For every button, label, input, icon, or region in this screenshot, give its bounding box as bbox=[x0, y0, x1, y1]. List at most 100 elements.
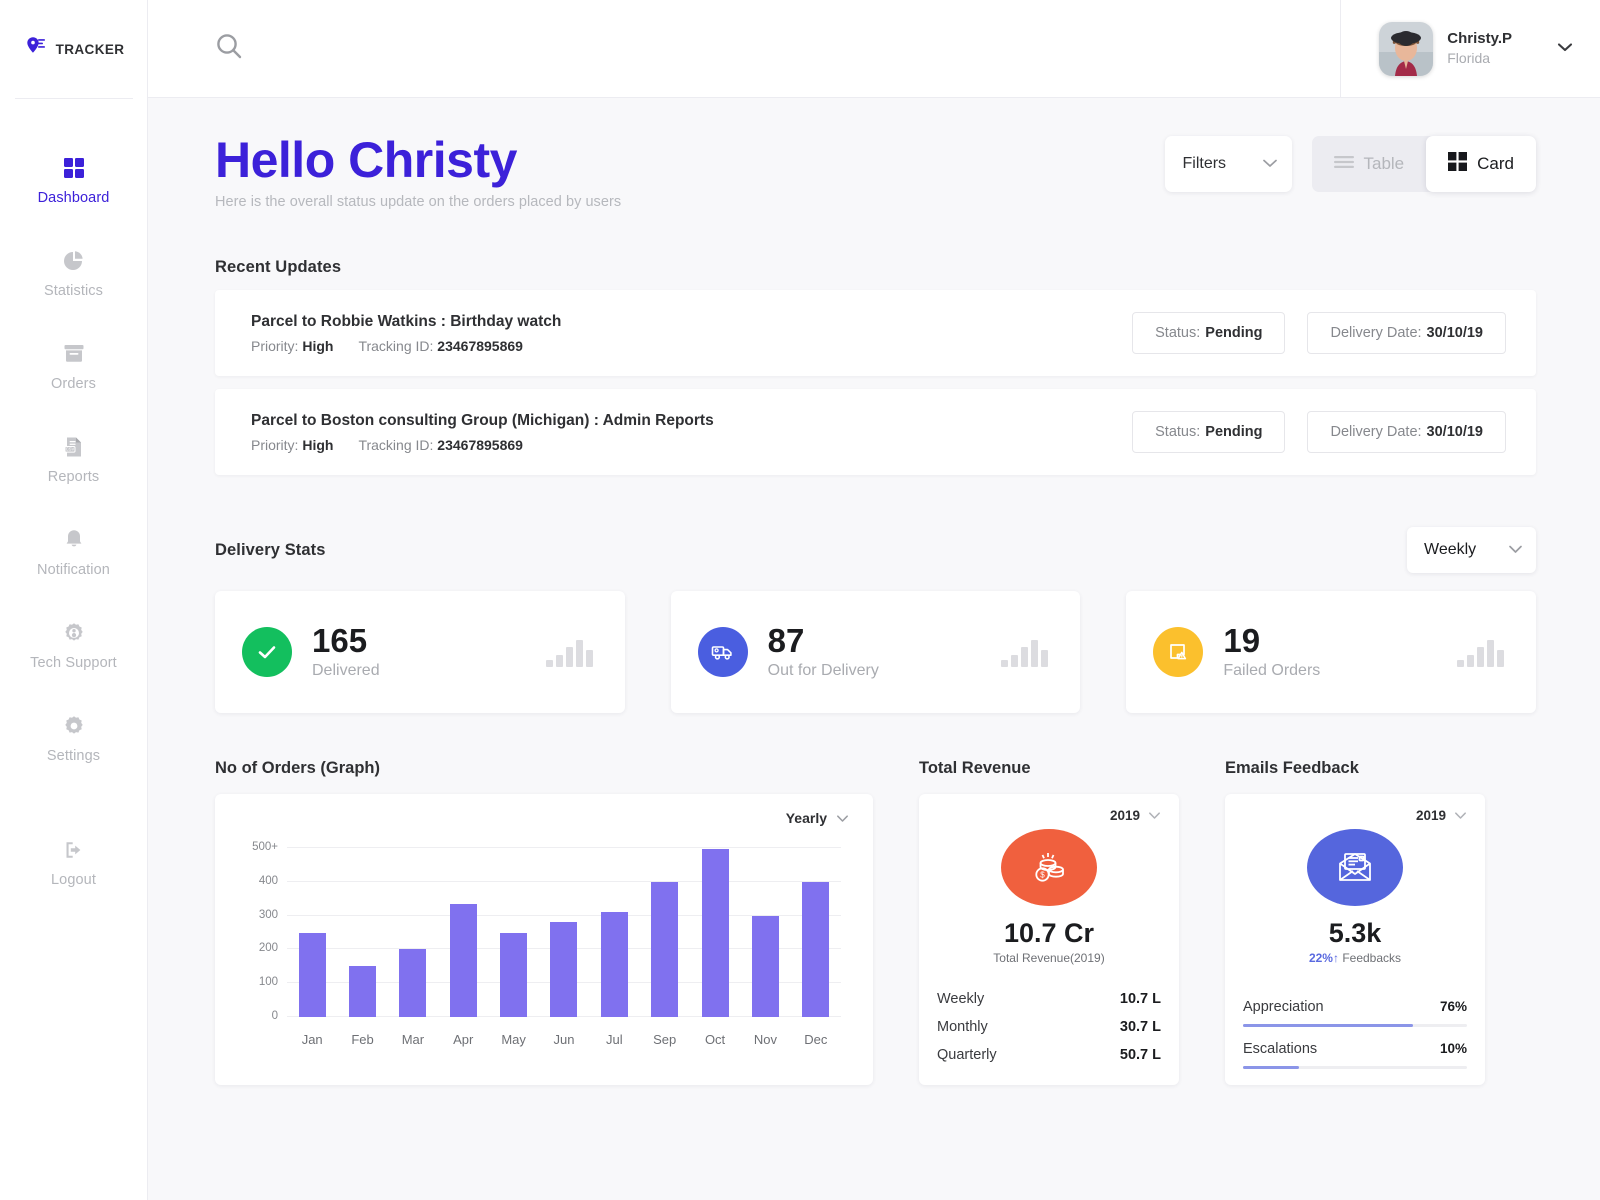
sidebar-item-orders[interactable]: Orders bbox=[0, 335, 147, 397]
revenue-row: Weekly 10.7 L bbox=[937, 985, 1161, 1013]
chart-bar bbox=[600, 912, 628, 1017]
tab-table-label: Table bbox=[1363, 154, 1405, 173]
feedback-bar: Appreciation 76% bbox=[1243, 999, 1467, 1027]
tab-card-label: Card bbox=[1477, 154, 1514, 173]
avatar bbox=[1379, 21, 1434, 76]
sparkline-icon bbox=[1457, 637, 1505, 667]
stat-label: Failed Orders bbox=[1223, 661, 1321, 679]
chart-bar-slot bbox=[690, 848, 740, 1017]
filters-label: Filters bbox=[1182, 155, 1227, 172]
chart-bar bbox=[298, 932, 326, 1017]
feedback-caption-text: Feedbacks bbox=[1342, 951, 1402, 965]
y-tick-label: 0 bbox=[271, 1010, 278, 1022]
status-badge: Status: Pending bbox=[1132, 411, 1286, 453]
revenue-row-value: 50.7 L bbox=[1119, 1047, 1161, 1063]
sparkline-icon bbox=[1001, 637, 1049, 667]
feedback-breakdown: Appreciation 76% Escalations 10% bbox=[1243, 985, 1467, 1069]
y-tick-label: 400 bbox=[258, 874, 278, 887]
box-icon bbox=[61, 341, 87, 367]
update-tracking: Tracking ID: 23467895869 bbox=[358, 338, 523, 354]
stat-text: 19 Failed Orders bbox=[1223, 624, 1320, 680]
update-row[interactable]: Parcel to Boston consulting Group (Michi… bbox=[215, 389, 1536, 475]
search-icon[interactable] bbox=[212, 29, 246, 68]
total-revenue-panel: 2019 $ 10.7 Cr Total Revenue(2019) Weekl… bbox=[919, 794, 1179, 1085]
chart-bar bbox=[399, 949, 427, 1017]
failed-parcel-icon bbox=[1153, 627, 1204, 677]
stat-card-out-for-delivery[interactable]: 87 Out for Delivery bbox=[670, 591, 1081, 713]
total-revenue-title: Total Revenue bbox=[919, 759, 1031, 777]
sidebar-item-tech-support[interactable]: Tech Support bbox=[0, 614, 147, 676]
orders-graph-title: No of Orders (Graph) bbox=[215, 759, 381, 777]
feedback-bar-row: Appreciation 76% bbox=[1243, 999, 1467, 1015]
status-value: Pending bbox=[1205, 424, 1263, 440]
filters-dropdown[interactable]: Filters bbox=[1164, 136, 1292, 192]
bottom-row: No of Orders (Graph) Yearly 500+ 400 300… bbox=[215, 759, 1536, 1085]
tracking-value: 23467895869 bbox=[437, 337, 523, 354]
brand-logo[interactable]: TRACKER bbox=[0, 0, 147, 98]
y-tick-label: 200 bbox=[258, 942, 278, 955]
chart-x-label: Nov bbox=[753, 1032, 777, 1047]
grid-icon bbox=[61, 155, 87, 181]
feedback-year-dropdown[interactable]: 2019 bbox=[1416, 808, 1467, 823]
delivery-stats-header: Delivery Stats Weekly bbox=[215, 527, 1536, 573]
sidebar-item-reports[interactable]: CSV Reports bbox=[0, 428, 147, 490]
sidebar-item-label: Statistics bbox=[43, 282, 103, 299]
chart-bar-slot bbox=[438, 848, 488, 1017]
revenue-year-dropdown[interactable]: 2019 bbox=[1110, 808, 1161, 823]
revenue-row-label: Quarterly bbox=[937, 1047, 997, 1063]
y-tick-label: 300 bbox=[258, 908, 278, 921]
graph-toolbar: Yearly bbox=[237, 810, 849, 826]
chart-bar bbox=[449, 903, 477, 1017]
stat-card-failed-orders[interactable]: 19 Failed Orders bbox=[1126, 591, 1537, 713]
tracking-value: 23467895869 bbox=[437, 436, 523, 453]
sidebar-item-notification[interactable]: Notification bbox=[0, 521, 147, 583]
graph-range-dropdown[interactable]: Yearly bbox=[786, 810, 849, 826]
delivery-date-badge: Delivery Date: 30/10/19 bbox=[1307, 411, 1506, 453]
sidebar-item-label: Settings bbox=[46, 747, 101, 764]
sidebar-item-label: Notification bbox=[37, 561, 110, 578]
emails-feedback-title: Emails Feedback bbox=[1225, 759, 1359, 777]
revenue-caption: Total Revenue(2019) bbox=[993, 951, 1105, 965]
chart-bar-slot bbox=[337, 848, 387, 1017]
chart-bar-slot bbox=[640, 848, 690, 1017]
stat-value: 87 bbox=[767, 622, 805, 660]
page-header: Hello Christy Here is the overall status… bbox=[215, 132, 1536, 210]
update-title: Parcel to Boston consulting Group (Michi… bbox=[251, 411, 714, 429]
sidebar-item-dashboard[interactable]: Dashboard bbox=[0, 149, 147, 211]
tab-table-view[interactable]: Table bbox=[1312, 136, 1427, 192]
chart-x-label: May bbox=[501, 1032, 526, 1047]
sidebar-item-label: Orders bbox=[51, 375, 96, 392]
feedback-delta: 22% bbox=[1308, 951, 1333, 965]
tab-card-view[interactable]: Card bbox=[1426, 136, 1536, 192]
chart-x-label: Sep bbox=[653, 1032, 677, 1047]
period-dropdown[interactable]: Weekly bbox=[1407, 527, 1536, 573]
stat-card-delivered[interactable]: 165 Delivered bbox=[215, 591, 625, 713]
open-envelope-icon bbox=[1307, 829, 1403, 906]
status-value: Pending bbox=[1205, 325, 1263, 341]
progress-track bbox=[1243, 1024, 1467, 1027]
sidebar-item-settings[interactable]: Settings bbox=[0, 707, 147, 769]
status-label: Status: bbox=[1155, 424, 1201, 440]
revenue-row-value: 10.7 L bbox=[1119, 991, 1161, 1007]
chart-bar-slot bbox=[740, 848, 790, 1017]
progress-fill bbox=[1243, 1024, 1414, 1027]
delivery-stats-title: Delivery Stats bbox=[215, 540, 326, 559]
profile-menu[interactable]: Christy.P Florida bbox=[1340, 0, 1600, 98]
logout-icon bbox=[61, 837, 87, 863]
app-root: TRACKER Dashboard Statistics Orders CSV … bbox=[0, 0, 1600, 1200]
sidebar-item-statistics[interactable]: Statistics bbox=[0, 242, 147, 304]
sidebar-item-label: Tech Support bbox=[30, 654, 117, 671]
feedback-bar-percent: 10% bbox=[1439, 1041, 1467, 1056]
svg-text:CSV: CSV bbox=[65, 446, 74, 451]
sidebar-item-logout[interactable]: Logout bbox=[0, 831, 147, 893]
feedback-value: 5.3k bbox=[1328, 918, 1382, 948]
chevron-down-icon bbox=[1262, 155, 1278, 173]
header-controls: Filters Table Card bbox=[1164, 136, 1536, 192]
sidebar-nav: Dashboard Statistics Orders CSV Reports … bbox=[0, 99, 147, 924]
graph-range-value: Yearly bbox=[785, 810, 827, 826]
chevron-down-icon[interactable] bbox=[1556, 40, 1574, 58]
check-circle-icon bbox=[242, 627, 292, 677]
page-title: Hello Christy bbox=[215, 132, 517, 188]
chart-bar bbox=[500, 932, 528, 1017]
update-row[interactable]: Parcel to Robbie Watkins : Birthday watc… bbox=[215, 290, 1536, 376]
